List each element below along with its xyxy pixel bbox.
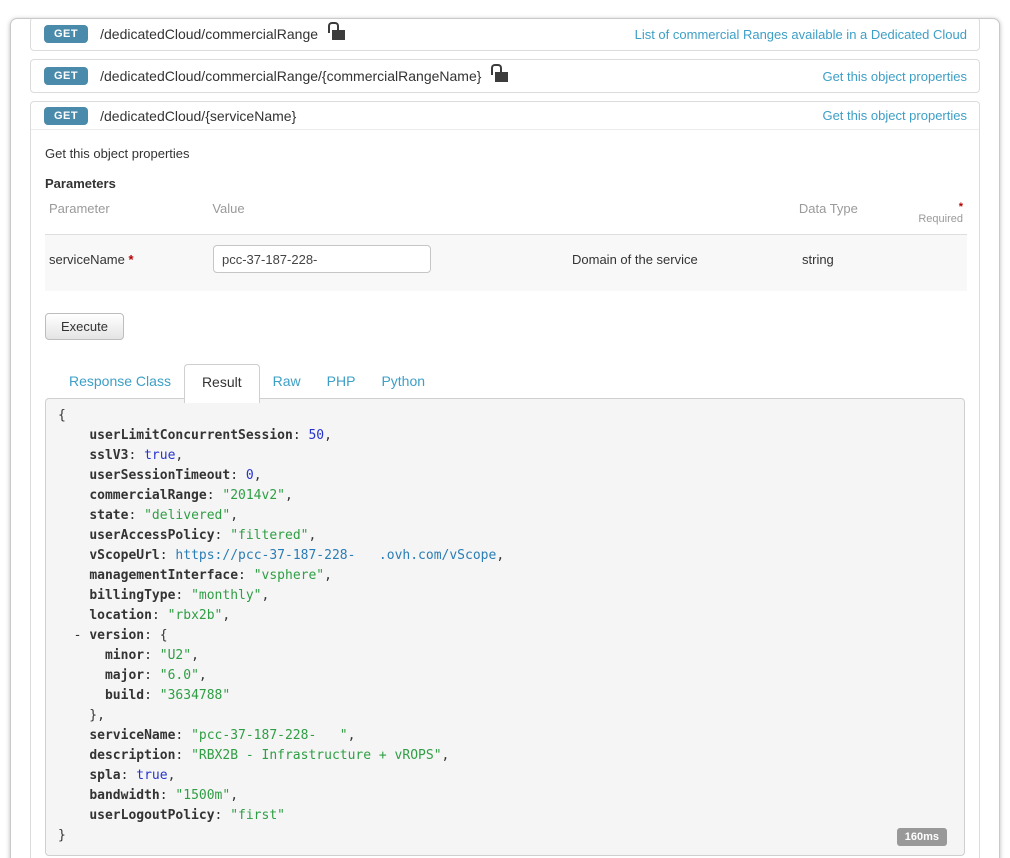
code-line: userLimitConcurrentSession: 50, bbox=[58, 426, 952, 446]
code-line: state: "delivered", bbox=[58, 506, 952, 526]
operation-path: /dedicatedCloud/commercialRange bbox=[100, 26, 318, 42]
parameters-table-header: Parameter Value Data Type * Required bbox=[45, 201, 967, 235]
required-star: * bbox=[959, 201, 963, 213]
operation-header[interactable]: GET /dedicatedCloud/commercialRange/{com… bbox=[31, 60, 979, 92]
required-label: Required bbox=[918, 213, 963, 225]
code-line: major: "6.0", bbox=[58, 666, 952, 686]
response-tabs: Response Class Result Raw PHP Python bbox=[45, 364, 965, 398]
operation-row-commercial-range-name: GET /dedicatedCloud/commercialRange/{com… bbox=[30, 59, 980, 93]
operation-row-service-name: GET /dedicatedCloud/{serviceName} Get th… bbox=[30, 101, 980, 858]
code-line: commercialRange: "2014v2", bbox=[58, 486, 952, 506]
code-line: spla: true, bbox=[58, 766, 952, 786]
code-line: location: "rbx2b", bbox=[58, 606, 952, 626]
operation-summary-link[interactable]: Get this object properties bbox=[822, 108, 967, 123]
api-console-panel: GET /dedicatedCloud/commercialRange List… bbox=[10, 18, 1000, 858]
code-line: description: "RBX2B - Infrastructure + v… bbox=[58, 746, 952, 766]
code-line: minor: "U2", bbox=[58, 646, 952, 666]
operation-detail: Get this object properties Parameters Pa… bbox=[31, 130, 979, 858]
parameter-description: Domain of the service bbox=[572, 245, 802, 267]
parameter-name: serviceName * bbox=[45, 245, 213, 267]
operation-summary-link[interactable]: List of commercial Ranges available in a… bbox=[635, 27, 967, 42]
parameters-table: Parameter Value Data Type * Required ser… bbox=[45, 201, 967, 291]
http-method-badge: GET bbox=[44, 67, 88, 85]
code-line: userSessionTimeout: 0, bbox=[58, 466, 952, 486]
code-line: serviceName: "pcc-37-187-228- ", bbox=[58, 726, 952, 746]
response-time-badge: 160ms bbox=[897, 828, 947, 846]
operation-path: /dedicatedCloud/{serviceName} bbox=[100, 108, 296, 124]
code-line: sslV3: true, bbox=[58, 446, 952, 466]
code-line: bandwidth: "1500m", bbox=[58, 786, 952, 806]
header-description-spacer bbox=[570, 201, 799, 225]
tab-php[interactable]: PHP bbox=[314, 364, 369, 398]
code-line: userAccessPolicy: "filtered", bbox=[58, 526, 952, 546]
json-response: { userLimitConcurrentSession: 50, sslV3:… bbox=[58, 406, 952, 846]
code-line: managementInterface: "vsphere", bbox=[58, 566, 952, 586]
header-data-type: Data Type bbox=[799, 201, 919, 225]
parameter-row-service-name: serviceName * Domain of the service stri… bbox=[45, 235, 967, 291]
header-value: Value bbox=[212, 201, 570, 225]
operation-summary-link[interactable]: Get this object properties bbox=[822, 69, 967, 84]
service-name-input[interactable] bbox=[213, 245, 431, 273]
tab-python[interactable]: Python bbox=[368, 364, 438, 398]
parameter-data-type: string bbox=[802, 245, 922, 267]
operation-row-commercial-range: GET /dedicatedCloud/commercialRange List… bbox=[30, 18, 980, 51]
code-line: }, bbox=[58, 706, 952, 726]
http-method-badge: GET bbox=[44, 107, 88, 125]
tab-result[interactable]: Result bbox=[184, 364, 260, 403]
code-line: - version: { bbox=[58, 626, 952, 646]
code-line: userLogoutPolicy: "first" bbox=[58, 806, 952, 826]
parameters-heading: Parameters bbox=[45, 176, 965, 191]
unlock-icon bbox=[495, 72, 508, 82]
operation-header[interactable]: GET /dedicatedCloud/{serviceName} Get th… bbox=[31, 102, 979, 130]
code-line: { bbox=[58, 406, 952, 426]
http-method-badge: GET bbox=[44, 25, 88, 43]
result-code-block: { userLimitConcurrentSession: 50, sslV3:… bbox=[45, 398, 965, 856]
header-parameter: Parameter bbox=[45, 201, 212, 225]
tab-response-class[interactable]: Response Class bbox=[56, 364, 184, 398]
vscope-url-link[interactable]: https://pcc-37-187-228- .ovh.com/vScope bbox=[175, 548, 496, 563]
operation-path: /dedicatedCloud/commercialRange/{commerc… bbox=[100, 68, 481, 84]
unlock-icon bbox=[332, 30, 345, 40]
header-required: * Required bbox=[918, 201, 967, 225]
code-line: vScopeUrl: https://pcc-37-187-228- .ovh.… bbox=[58, 546, 952, 566]
code-line: billingType: "monthly", bbox=[58, 586, 952, 606]
tab-raw[interactable]: Raw bbox=[260, 364, 314, 398]
execute-button[interactable]: Execute bbox=[45, 313, 124, 340]
code-line: } bbox=[58, 826, 952, 846]
required-star: * bbox=[128, 252, 133, 267]
operations-list: GET /dedicatedCloud/commercialRange List… bbox=[30, 18, 980, 858]
code-line: build: "3634788" bbox=[58, 686, 952, 706]
operation-header[interactable]: GET /dedicatedCloud/commercialRange List… bbox=[31, 18, 979, 50]
operation-description: Get this object properties bbox=[45, 146, 965, 161]
